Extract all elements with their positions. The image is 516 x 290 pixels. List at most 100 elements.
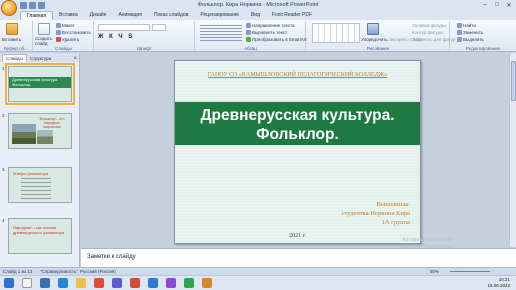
text-direction-button[interactable]: Направление текста <box>246 23 295 28</box>
slide-year[interactable]: 2021 г. <box>175 233 420 239</box>
paste-icon[interactable] <box>6 23 18 35</box>
slides-panel: Слайды Структура × 1 Древнерусская культ… <box>0 53 80 267</box>
shape-outline-button[interactable]: Контур фигуры <box>412 30 443 35</box>
office-button[interactable] <box>1 0 17 16</box>
file-explorer-icon[interactable] <box>76 278 86 288</box>
paragraph-group: Направление текста Выровнять текст Преоб… <box>196 21 307 51</box>
vertical-scrollbar[interactable] <box>509 53 516 247</box>
tab-design[interactable]: Дизайн <box>84 11 113 20</box>
font-size-select[interactable] <box>152 24 166 31</box>
powerpoint-icon[interactable] <box>130 278 140 288</box>
ribbon: Вставить Буфер об... Создать слайд Макет… <box>0 20 516 52</box>
drawing-group: Упорядочить Экспресс-стили Заливка фигур… <box>307 21 455 51</box>
tab-animation[interactable]: Анимация <box>112 11 147 20</box>
slide-thumb-preview: Жанры фольклора <box>8 167 72 203</box>
slide-title-line-1: Древнерусская культура. <box>200 107 395 124</box>
tab-review[interactable]: Рецензирование <box>194 11 245 20</box>
search-icon[interactable] <box>22 278 32 288</box>
slide-thumb-1[interactable]: 1 Древнерусская культура. Фольклор. <box>2 63 75 105</box>
slides-group: Создать слайд Макет Восстановить Удалить… <box>34 21 94 51</box>
tab-outline[interactable]: Структура <box>27 55 54 62</box>
yandex-icon[interactable] <box>94 278 104 288</box>
paragraph-controls[interactable] <box>200 25 242 41</box>
slide-title-line-2: Фольклор. <box>256 126 339 143</box>
maximize-button[interactable]: □ <box>492 1 502 9</box>
start-icon[interactable] <box>4 278 14 288</box>
align-text-icon <box>246 30 251 35</box>
delete-button[interactable]: Удалить <box>56 37 79 42</box>
slide-thumb-title: Фольклор – это народное творчество <box>39 117 65 129</box>
excel-icon[interactable] <box>184 278 194 288</box>
window-controls: – □ ✕ <box>480 1 514 9</box>
slide-thumb-title: Жанры фольклора <box>13 171 49 176</box>
tab-slides[interactable]: Слайды <box>2 54 27 62</box>
font-name-select[interactable] <box>98 24 150 31</box>
window-title: Фольклор. Кира Норкина - Microsoft Power… <box>197 2 319 8</box>
shape-effects-button[interactable]: Эффекты для фигур <box>412 37 455 42</box>
language-indicator[interactable]: Русский (Россия) <box>80 269 116 274</box>
author-block[interactable]: Выполнила: студентка Норкина Кира 1А гру… <box>342 200 410 227</box>
tab-slideshow[interactable]: Показ слайдов <box>148 11 194 20</box>
title-bar: Фольклор. Кира Норкина - Microsoft Power… <box>0 0 516 16</box>
scrollbar-thumb[interactable] <box>511 61 516 101</box>
shape-fill-button[interactable]: Заливка фигуры <box>412 23 446 28</box>
arrange-button[interactable]: Упорядочить <box>361 37 388 42</box>
zoom-slider[interactable] <box>450 271 490 272</box>
zoom-level[interactable]: 50% <box>430 269 439 274</box>
author-line-2: студентка Норкина Кира <box>341 210 410 217</box>
task-view-icon[interactable] <box>40 278 50 288</box>
slide-canvas: ГАПОУ СО «КАМЫШЛОВСКИЙ ПЕДАГОГИЧЕСКИЙ КО… <box>81 53 516 247</box>
tab-view[interactable]: Вид <box>245 11 266 20</box>
close-button[interactable]: ✕ <box>504 1 514 9</box>
author-line-3: 1А группа <box>381 219 411 226</box>
panel-close-icon[interactable]: × <box>73 56 79 62</box>
slide-thumb-preview: Фольклор – это народное творчество <box>8 113 72 149</box>
slide-counter: Слайд 1 из 13 <box>3 269 33 274</box>
font-group: Ж К Ч S Шрифт <box>95 21 195 51</box>
slide-thumb-2[interactable]: 2 Фольклор – это народное творчество <box>2 113 72 149</box>
tab-foxit[interactable]: Foxit Reader PDF <box>266 11 318 20</box>
reset-button[interactable]: Восстановить <box>56 30 91 35</box>
font-format-buttons[interactable]: Ж К Ч S <box>98 34 134 40</box>
slide-thumb-image <box>37 130 53 144</box>
align-text-button[interactable]: Выровнять текст <box>246 30 287 35</box>
slide-thumb-3[interactable]: 3 Жанры фольклора <box>2 167 72 203</box>
smartart-button[interactable]: Преобразовать в SmartArt <box>246 37 307 42</box>
slide-thumb-4[interactable]: 4 Народное – как основа древнерусского ф… <box>2 218 72 254</box>
app-icon[interactable] <box>202 278 212 288</box>
smartart-icon <box>246 37 251 42</box>
current-slide[interactable]: ГАПОУ СО «КАМЫШЛОВСКИЙ ПЕДАГОГИЧЕСКИЙ КО… <box>174 60 421 244</box>
edge-icon[interactable] <box>58 278 68 288</box>
clipboard-label: Буфер об... <box>4 46 28 51</box>
new-slide-button[interactable]: Создать слайд <box>35 36 55 46</box>
new-slide-icon[interactable] <box>38 23 50 35</box>
select-button[interactable]: Выделить <box>457 37 484 42</box>
tab-insert[interactable]: Вставка <box>53 11 84 20</box>
slide-title[interactable]: Древнерусская культура. Фольклор. <box>175 106 420 144</box>
word-icon[interactable] <box>148 278 158 288</box>
text-direction-icon <box>246 23 251 28</box>
system-tray-clock[interactable]: 10:21 15.06.2022 <box>487 277 510 289</box>
delete-icon <box>56 37 61 42</box>
replace-button[interactable]: Заменить <box>457 30 483 35</box>
reset-icon <box>56 30 61 35</box>
find-button[interactable]: Найти <box>457 23 476 28</box>
slide-thumb-title: Народное – как основа древнерусского фол… <box>13 225 64 235</box>
shapes-gallery[interactable] <box>312 23 360 43</box>
clipboard-group: Вставить Буфер об... <box>0 21 33 51</box>
app-icon[interactable] <box>166 278 176 288</box>
windows-activation-watermark: Активация Windows раздел "Параметры". <box>401 237 456 250</box>
title-band: Древнерусская культура. Фольклор. <box>175 101 420 146</box>
arrange-icon[interactable] <box>367 23 379 35</box>
font-label: Шрифт <box>137 46 152 51</box>
layout-button[interactable]: Макет <box>56 23 75 28</box>
slide-thumb-title: Древнерусская культура. Фольклор. <box>9 77 71 88</box>
minimize-button[interactable]: – <box>480 1 490 9</box>
slides-label: Слайды <box>55 46 72 51</box>
viber-icon[interactable] <box>112 278 122 288</box>
tab-home[interactable]: Главная <box>20 11 54 20</box>
layout-icon <box>56 23 61 28</box>
paste-button[interactable]: Вставить <box>2 37 21 42</box>
theme-name: "Справедливость" <box>40 269 78 274</box>
college-name[interactable]: ГАПОУ СО «КАМЫШЛОВСКИЙ ПЕДАГОГИЧЕСКИЙ КО… <box>205 72 390 79</box>
